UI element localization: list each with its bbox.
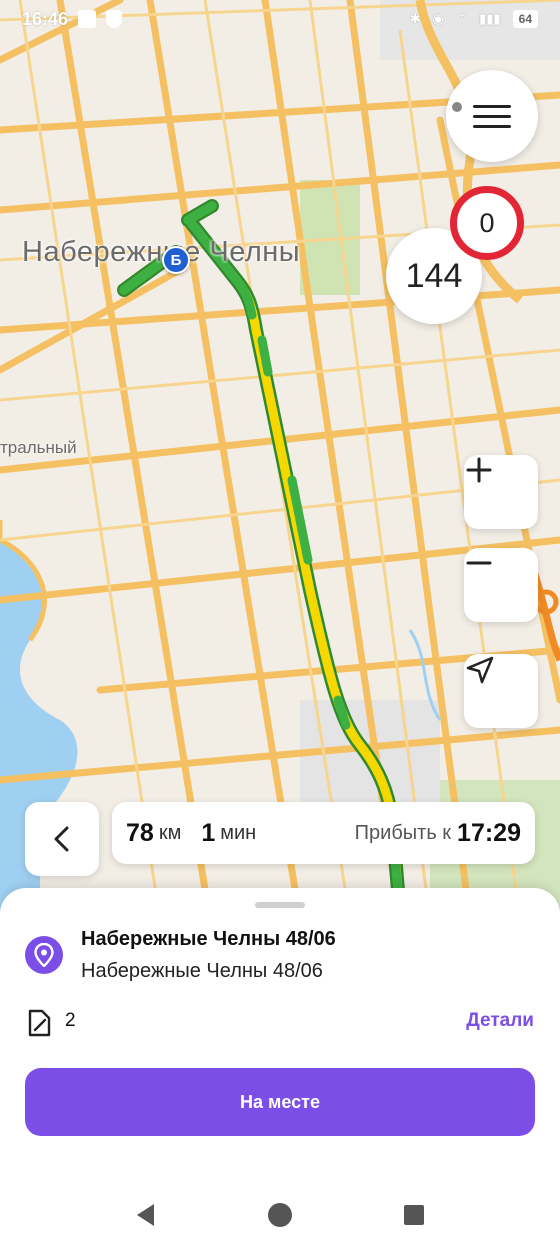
bluetooth-icon: ✱: [409, 11, 421, 26]
locate-arrow-icon: [466, 656, 494, 684]
location-icon: ◉: [432, 11, 444, 26]
destination-pin-icon: [25, 936, 63, 974]
city-label: Набережные Челны: [22, 236, 301, 268]
destination-subtitle: Набережные Челны 48/06: [81, 960, 323, 982]
distance-unit: км: [158, 821, 182, 844]
minus-icon: [466, 561, 492, 565]
stop-marker[interactable]: Б: [162, 246, 190, 274]
battery-indicator: 64: [512, 10, 538, 28]
signal-icon: ▮▮▮: [479, 11, 501, 26]
duration-unit: мин: [220, 821, 257, 844]
back-triangle-icon[interactable]: [132, 1201, 160, 1229]
map-view[interactable]: Набережные Челны тральный Б 144 0: [0, 0, 560, 920]
my-location-button[interactable]: [464, 654, 538, 728]
arrive-time: 17:29: [457, 818, 521, 847]
distance-value: 78: [126, 818, 154, 847]
district-label: тральный: [0, 438, 77, 457]
notification-dot: [452, 102, 462, 112]
documents-count: 2: [65, 1010, 76, 1031]
status-bar: 16:46 ✱ ◉ ◠ ▮▮▮ 64: [0, 0, 560, 38]
shield-icon: [106, 10, 123, 28]
route-summary[interactable]: 78 км 1 мин Прибыть к 17:29: [112, 802, 535, 864]
zoom-out-button[interactable]: [464, 548, 538, 622]
back-button[interactable]: [25, 802, 99, 876]
home-circle-icon[interactable]: [266, 1201, 294, 1229]
speed-limit-sign: 0: [450, 186, 524, 260]
navigation-screen: Набережные Челны тральный Б 144 0 16:46 …: [0, 0, 560, 1249]
menu-button[interactable]: [446, 70, 538, 162]
chevron-left-icon: [54, 826, 69, 852]
notification-icon: [78, 10, 97, 28]
arrived-button[interactable]: На месте: [25, 1068, 535, 1136]
recents-square-icon[interactable]: [400, 1201, 428, 1229]
menu-icon: [473, 104, 511, 108]
arrive-label: Прибыть к: [354, 821, 452, 844]
status-time: 16:46: [22, 8, 69, 29]
document-icon: [28, 1009, 51, 1037]
duration-value: 1: [201, 818, 216, 847]
zoom-in-button[interactable]: [464, 455, 538, 529]
sheet-handle[interactable]: [255, 902, 305, 908]
system-nav-bar: [0, 1180, 560, 1249]
details-link[interactable]: Детали: [466, 1010, 534, 1032]
plus-icon: [466, 457, 492, 483]
destination-title: Набережные Челны 48/06: [81, 928, 336, 950]
wifi-icon: ◠: [455, 11, 468, 26]
